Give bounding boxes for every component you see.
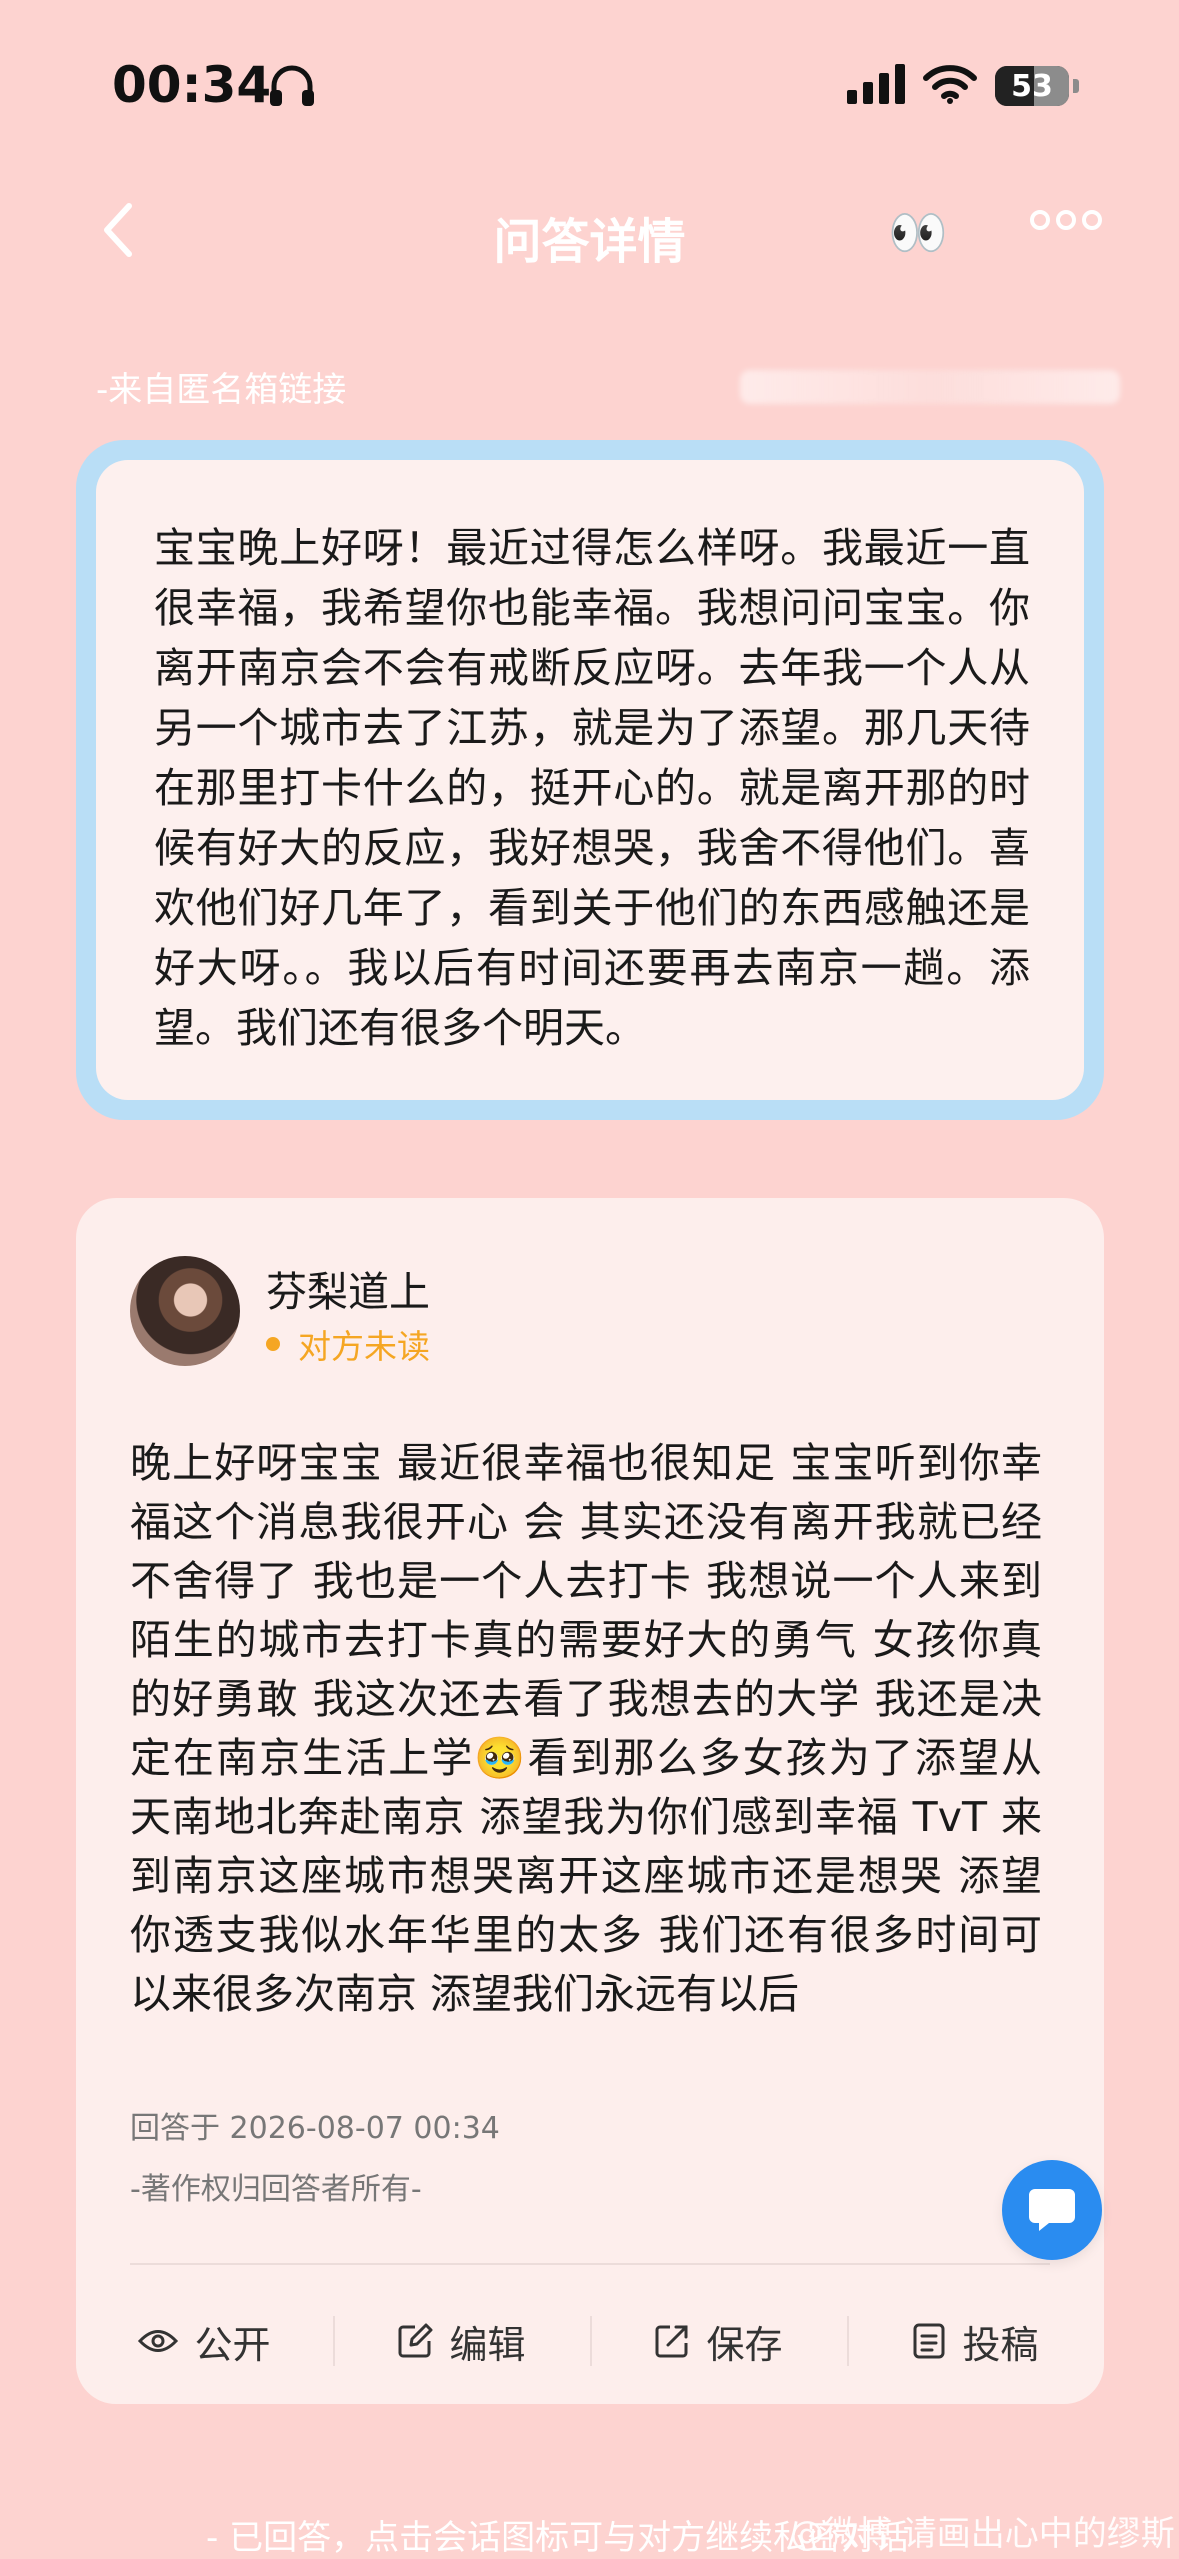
author-name: 芬梨道上	[266, 1268, 430, 1316]
status-bar: 00:34 53	[0, 0, 1179, 170]
more-dot-icon	[1056, 210, 1076, 230]
cellular-signal-icon	[847, 64, 905, 108]
edit-button[interactable]: 编辑	[333, 2286, 590, 2396]
question-text: 宝宝晚上好呀！最近过得怎么样呀。我最近一直很幸福，我希望你也能幸福。我想问问宝宝…	[154, 524, 1030, 1052]
save-button[interactable]: 保存	[590, 2286, 847, 2396]
edit-icon	[398, 2323, 433, 2358]
chat-bubble-icon	[1029, 2189, 1075, 2231]
chat-button[interactable]	[1002, 2160, 1102, 2260]
avatar[interactable]	[130, 1256, 240, 1366]
submit-button[interactable]: 投稿	[847, 2286, 1104, 2396]
more-dot-icon	[1082, 210, 1102, 230]
action-bar: 公开 编辑 保存 投稿	[76, 2286, 1104, 2396]
status-indicators: 53	[847, 64, 1079, 108]
copyright-notice: -著作权归回答者所有-	[130, 2172, 422, 2207]
more-options-button[interactable]	[1030, 210, 1102, 230]
headphones-icon	[268, 64, 316, 112]
public-label: 公开	[194, 2322, 271, 2367]
blurred-link	[740, 370, 1120, 404]
submit-label: 投稿	[962, 2322, 1039, 2367]
status-time: 00:34	[112, 56, 272, 114]
read-status-label: 对方未读	[298, 1327, 430, 1366]
battery-tip	[1073, 79, 1079, 93]
edit-label: 编辑	[449, 2322, 526, 2367]
divider	[130, 2263, 1050, 2265]
wifi-icon	[923, 64, 977, 108]
question-source: -来自匿名箱链接	[96, 370, 347, 410]
battery-percentage: 53	[1011, 69, 1053, 104]
public-button[interactable]: 公开	[76, 2286, 333, 2396]
question-card-inner: 宝宝晚上好呀！最近过得怎么样呀。我最近一直很幸福，我希望你也能幸福。我想问问宝宝…	[96, 460, 1084, 1100]
status-dot-icon	[266, 1337, 280, 1351]
answer-text: 晚上好呀宝宝 最近很幸福也很知足 宝宝听到你幸福这个消息我很开心 会 其实还没有…	[130, 1439, 1042, 2018]
more-dot-icon	[1030, 210, 1050, 230]
read-status: 对方未读	[266, 1320, 430, 1368]
eye-icon	[138, 2330, 179, 2352]
answered-timestamp: 回答于 2026-08-07 00:34	[130, 2111, 500, 2146]
watermark: @微博 请画出心中的缪斯	[790, 2514, 1175, 2554]
eyes-emoji-button[interactable]: 👀	[888, 204, 948, 261]
page-title: 问答详情	[493, 214, 686, 270]
save-label: 保存	[706, 2322, 783, 2367]
save-icon	[655, 2325, 688, 2358]
battery-indicator: 53	[995, 66, 1069, 106]
question-card: 宝宝晚上好呀！最近过得怎么样呀。我最近一直很幸福，我希望你也能幸福。我想问问宝宝…	[76, 440, 1104, 1120]
answer-card: 芬梨道上 对方未读 晚上好呀宝宝 最近很幸福也很知足 宝宝听到你幸福这个消息我很…	[76, 1198, 1104, 2404]
navigation-bar: 问答详情 👀	[0, 180, 1179, 280]
submit-icon	[913, 2323, 945, 2359]
